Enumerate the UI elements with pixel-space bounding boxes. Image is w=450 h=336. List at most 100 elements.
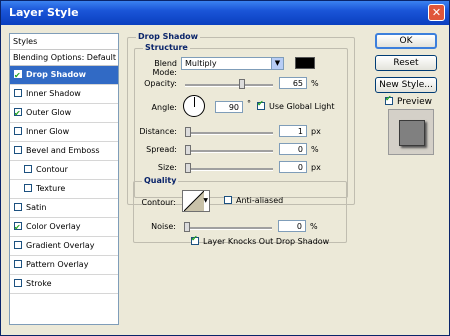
angle-unit: ° — [247, 99, 251, 108]
distance-field[interactable]: 1 — [279, 125, 307, 137]
angle-field[interactable]: 90 — [215, 101, 243, 113]
style-item-texture[interactable]: Texture — [10, 180, 118, 199]
opacity-label: Opacity: — [144, 79, 177, 88]
contour-label: Contour: — [141, 198, 177, 207]
checkbox-unchecked-icon[interactable] — [14, 127, 22, 135]
style-item-label: Satin — [26, 203, 47, 212]
style-item-color-overlay[interactable]: Color Overlay — [10, 218, 118, 237]
style-item-label: Texture — [36, 184, 66, 193]
size-slider-thumb[interactable] — [185, 163, 191, 173]
style-item-drop-shadow[interactable]: Drop Shadow — [10, 66, 118, 85]
reset-button[interactable]: Reset — [375, 55, 437, 71]
style-item-inner-shadow[interactable]: Inner Shadow — [10, 85, 118, 104]
quality-group: Quality Contour: ▼ Anti-aliased Noise: 0… — [133, 176, 347, 243]
distance-slider-thumb[interactable] — [185, 127, 191, 137]
opacity-field[interactable]: 65 — [279, 77, 307, 89]
style-item-label: Color Overlay — [26, 222, 81, 231]
style-item-label: Stroke — [26, 279, 52, 288]
checkbox-unchecked-icon — [224, 196, 232, 204]
preview-swatch — [399, 120, 425, 146]
style-item-gradient-overlay[interactable]: Gradient Overlay — [10, 237, 118, 256]
drop-shadow-panel: Drop Shadow Structure Blend Mode: Multip… — [127, 32, 363, 283]
layer-style-dialog: Layer Style ✕ Styles Blending Options: D… — [0, 0, 450, 336]
checkbox-unchecked-icon[interactable] — [14, 279, 22, 287]
size-field[interactable]: 0 — [279, 161, 307, 173]
shadow-color-swatch[interactable] — [295, 57, 315, 69]
angle-dial[interactable] — [183, 95, 205, 117]
ok-button[interactable]: OK — [375, 33, 437, 49]
style-item-inner-glow[interactable]: Inner Glow — [10, 123, 118, 142]
title-bar[interactable]: Layer Style ✕ — [1, 1, 449, 25]
style-item-pattern-overlay[interactable]: Pattern Overlay — [10, 256, 118, 275]
anti-aliased-label: Anti-aliased — [236, 196, 284, 205]
noise-slider-thumb[interactable] — [184, 222, 190, 232]
checkbox-checked-icon — [191, 234, 199, 245]
angle-dial-needle — [194, 97, 195, 107]
checkbox-checked-icon — [257, 99, 265, 110]
style-item-satin[interactable]: Satin — [10, 199, 118, 218]
blending-options-item[interactable]: Blending Options: Default — [10, 50, 118, 66]
style-item-label: Bevel and Emboss — [26, 146, 100, 155]
checkbox-unchecked-icon[interactable] — [24, 165, 32, 173]
close-button[interactable]: ✕ — [428, 4, 445, 21]
chevron-down-icon: ▼ — [203, 197, 208, 204]
style-item-bevel-and-emboss[interactable]: Bevel and Emboss — [10, 142, 118, 161]
blend-mode-value: Multiply — [185, 59, 217, 68]
size-slider-track[interactable] — [185, 168, 273, 171]
noise-slider-track[interactable] — [184, 227, 272, 230]
checkbox-checked-icon[interactable] — [14, 67, 22, 85]
style-item-label: Drop Shadow — [26, 70, 87, 79]
preview-thumbnail — [388, 109, 434, 155]
style-item-stroke[interactable]: Stroke — [10, 275, 118, 294]
size-unit: px — [311, 163, 321, 172]
style-item-outer-glow[interactable]: Outer Glow — [10, 104, 118, 123]
opacity-slider-track[interactable] — [185, 84, 273, 87]
style-item-label: Inner Glow — [26, 127, 70, 136]
chevron-down-icon: ▼ — [271, 58, 283, 69]
styles-list: Styles Blending Options: Default Drop Sh… — [9, 33, 119, 325]
style-item-label: Contour — [36, 165, 68, 174]
style-item-label: Inner Shadow — [26, 89, 81, 98]
checkbox-unchecked-icon[interactable] — [14, 241, 22, 249]
window-title: Layer Style — [9, 6, 79, 19]
anti-aliased-checkbox[interactable]: Anti-aliased — [224, 196, 283, 205]
spread-label: Spread: — [146, 145, 177, 154]
spread-slider-track[interactable] — [185, 150, 273, 153]
distance-slider-track[interactable] — [185, 132, 273, 135]
layer-knocks-out-checkbox[interactable]: Layer Knocks Out Drop Shadow — [191, 234, 330, 246]
spread-unit: % — [311, 145, 319, 154]
spread-slider-thumb[interactable] — [185, 145, 191, 155]
opacity-unit: % — [311, 79, 319, 88]
preview-label: Preview — [397, 97, 433, 107]
distance-label: Distance: — [139, 127, 177, 136]
style-item-label: Gradient Overlay — [26, 241, 95, 250]
checkbox-checked-icon — [385, 94, 393, 105]
new-style-button[interactable]: New Style... — [375, 77, 437, 93]
angle-label: Angle: — [151, 103, 177, 112]
checkbox-unchecked-icon[interactable] — [14, 260, 22, 268]
checkbox-unchecked-icon[interactable] — [24, 184, 32, 192]
checkbox-checked-icon[interactable] — [14, 105, 22, 123]
contour-picker[interactable]: ▼ — [182, 190, 210, 212]
opacity-slider-thumb[interactable] — [239, 79, 245, 89]
use-global-light-checkbox[interactable]: Use Global Light — [257, 99, 335, 111]
spread-field[interactable]: 0 — [279, 143, 307, 155]
noise-unit: % — [310, 222, 318, 231]
preview-checkbox[interactable]: Preview — [385, 94, 433, 107]
layer-knocks-out-label: Layer Knocks Out Drop Shadow — [203, 237, 330, 246]
checkbox-checked-icon[interactable] — [14, 219, 22, 237]
noise-field[interactable]: 0 — [278, 220, 306, 232]
checkbox-unchecked-icon[interactable] — [14, 146, 22, 154]
use-global-light-label: Use Global Light — [269, 102, 335, 111]
styles-header[interactable]: Styles — [10, 34, 118, 50]
style-item-contour[interactable]: Contour — [10, 161, 118, 180]
checkbox-unchecked-icon[interactable] — [14, 89, 22, 97]
quality-title: Quality — [142, 176, 179, 185]
checkbox-unchecked-icon[interactable] — [14, 203, 22, 211]
contour-curve-icon — [184, 191, 204, 211]
structure-title: Structure — [143, 43, 190, 52]
noise-label: Noise: — [151, 222, 176, 231]
size-label: Size: — [157, 163, 177, 172]
blend-mode-select[interactable]: Multiply ▼ — [181, 57, 284, 70]
drop-shadow-title: Drop Shadow — [136, 32, 201, 41]
